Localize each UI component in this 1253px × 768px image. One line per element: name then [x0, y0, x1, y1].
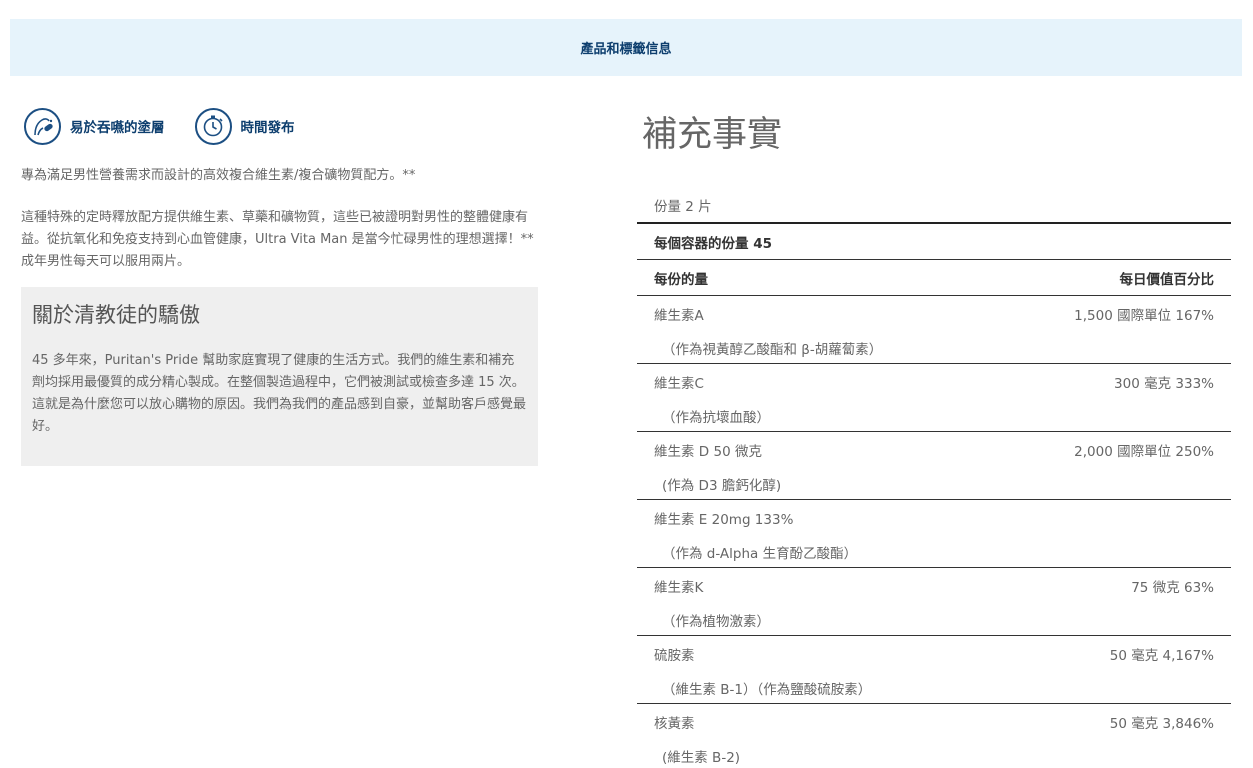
nutrient-amount: 300 毫克 333% [1114, 376, 1214, 392]
nutrient-source: (作為 D3 膽鈣化醇) [662, 477, 782, 494]
nutrient-amount: 50 毫克 4,167% [1109, 648, 1214, 664]
nutrient-name: 維生素 E 20mg 133% [654, 512, 794, 528]
product-description: 這種特殊的定時釋放配方提供維生素、草藥和礦物質，這些已被證明對男性的整體健康有益… [21, 210, 534, 269]
nutrient-source: （作為抗壞血酸） [662, 409, 770, 426]
nutrient-name: 維生素 D 50 微克 [654, 444, 762, 460]
facts-row: 維生素C 300 毫克 333% （作為抗壞血酸） [637, 364, 1231, 432]
badge-easy-swallow: 易於吞嚥的塗層 [24, 107, 165, 145]
facts-row: 維生素K 75 微克 63% （作為植物激素） [637, 568, 1231, 636]
facts-column-header: 每份的量 每日價值百分比 [637, 260, 1231, 296]
nutrient-name: 維生素K [654, 580, 704, 596]
serving-size: 份量 2 片 [637, 188, 1231, 224]
facts-row: 維生素A 1,500 國際單位 167% （作為視黃醇乙酸酯和 β-胡蘿蔔素） [637, 296, 1231, 364]
swallow-icon [24, 107, 61, 145]
nutrient-source: (維生素 B-2) [662, 749, 741, 766]
facts-row: 核黃素 50 毫克 3,846% (維生素 B-2) [637, 704, 1231, 768]
facts-row: 硫胺素 50 毫克 4,167% （維生素 B-1）（作為鹽酸硫胺素） [637, 636, 1231, 704]
nutrient-amount: 75 微克 63% [1131, 580, 1214, 596]
amount-per-serving-header: 每份的量 [654, 271, 708, 288]
supplement-facts-panel: 補充事實 份量 2 片 每個容器的份量 45 每份的量 每日價值百分比 維生素A… [637, 112, 1231, 768]
facts-row: 維生素 E 20mg 133% （作為 d-Alpha 生育酚乙酸酯） [637, 500, 1231, 568]
product-intro: 專為滿足男性營養需求而設計的高效複合維生素/複合礦物質配方。** [21, 168, 416, 183]
feature-badges: 易於吞嚥的塗層 時間發布 [24, 104, 539, 148]
nutrient-source: （作為視黃醇乙酸酯和 β-胡蘿蔔素） [662, 341, 883, 358]
product-info-header: 產品和標籤信息 [10, 19, 1242, 76]
nutrient-source: （維生素 B-1）（作為鹽酸硫胺素） [662, 681, 872, 698]
about-pride-box: 關於清教徒的驕傲 45 多年來，Puritan's Pride 幫助家庭實現了健… [21, 287, 538, 466]
badge-time-release: 時間發布 [194, 107, 295, 145]
pride-title: 關於清教徒的驕傲 [32, 303, 200, 327]
badge-label: 時間發布 [240, 120, 295, 136]
nutrient-amount: 2,000 國際單位 250% [1074, 444, 1214, 460]
facts-table: 維生素A 1,500 國際單位 167% （作為視黃醇乙酸酯和 β-胡蘿蔔素） 維… [637, 296, 1231, 768]
pride-body: 45 多年來，Puritan's Pride 幫助家庭實現了健康的生活方式。我們… [32, 353, 527, 434]
badge-label: 易於吞嚥的塗層 [70, 120, 165, 136]
nutrient-name: 硫胺素 [654, 648, 695, 664]
nutrient-amount: 1,500 國際單位 167% [1074, 308, 1214, 324]
timer-icon [194, 107, 232, 145]
nutrient-name: 核黃素 [654, 716, 695, 732]
nutrient-amount: 50 毫克 3,846% [1109, 716, 1214, 732]
facts-row: 維生素 D 50 微克 2,000 國際單位 250% (作為 D3 膽鈣化醇) [637, 432, 1231, 500]
supplement-facts-title: 補充事實 [642, 115, 783, 155]
nutrient-source: （作為植物激素） [662, 613, 770, 630]
nutrient-name: 維生素A [654, 308, 704, 324]
product-description-panel: 易於吞嚥的塗層 時間發布 專為滿足男性營養需求而設計的高效複合維生素/複合礦物質… [21, 104, 539, 466]
daily-value-header: 每日價值百分比 [1119, 271, 1215, 288]
header-title: 產品和標籤信息 [580, 42, 672, 57]
nutrient-name: 維生素C [654, 376, 704, 392]
servings-per-container: 每個容器的份量 45 [637, 224, 1231, 260]
nutrient-source: （作為 d-Alpha 生育酚乙酸酯） [662, 545, 858, 562]
